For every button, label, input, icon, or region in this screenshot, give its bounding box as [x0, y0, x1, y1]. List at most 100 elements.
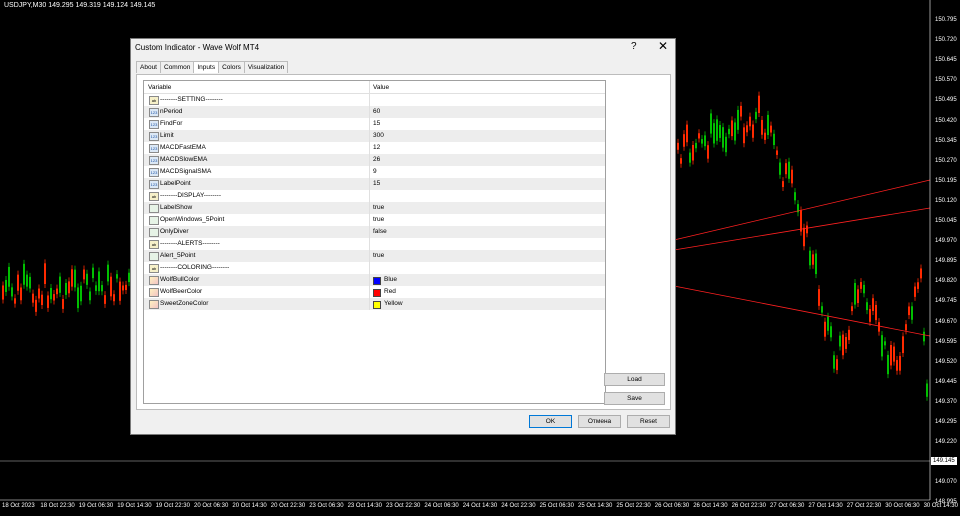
candle-body [836, 359, 838, 371]
time-axis-label: 25 Oct 06:30 [539, 503, 574, 509]
row-value[interactable]: 60 [373, 106, 380, 118]
price-axis-label: 150.645 [935, 57, 957, 64]
number-type-icon: 123 [149, 168, 159, 177]
close-icon[interactable]: ✕ [656, 39, 670, 53]
time-axis-label: 18 Oct 22:30 [40, 503, 75, 509]
row-value[interactable]: false [373, 226, 387, 238]
help-button[interactable]: ? [631, 41, 637, 52]
candle-body [107, 264, 109, 282]
time-axis-label: 30 Oct 14:30 [923, 503, 958, 509]
candle-body [29, 276, 31, 289]
row-value[interactable]: true [373, 202, 384, 214]
row-divider [369, 286, 370, 298]
candle-body [683, 134, 685, 147]
trend-lines [673, 179, 931, 337]
table-row[interactable]: WolfBullColor Blue [144, 274, 605, 286]
time-axis-label: 27 Oct 06:30 [770, 503, 805, 509]
candle-body [53, 294, 55, 301]
row-divider [369, 238, 370, 250]
number-type-icon: 123 [149, 120, 159, 129]
candle-body [893, 346, 895, 362]
row-value[interactable]: Blue [384, 274, 397, 286]
table-row[interactable]: ab --------DISPLAY-------- [144, 190, 605, 202]
color-swatch[interactable] [373, 277, 381, 285]
price-axis-label: 149.595 [935, 338, 957, 345]
candle-body [2, 285, 4, 300]
row-value[interactable]: 12 [373, 142, 380, 154]
row-divider [369, 250, 370, 262]
row-value[interactable]: 15 [373, 178, 380, 190]
table-row[interactable]: WolfBeerColor Red [144, 286, 605, 298]
candle-body [905, 324, 907, 331]
candle-body [794, 192, 796, 201]
table-row[interactable]: 123 Limit 300 [144, 130, 605, 142]
table-row[interactable]: LabelShow true [144, 202, 605, 214]
row-divider [369, 298, 370, 310]
tab-inputs[interactable]: Inputs [193, 61, 220, 73]
table-row[interactable]: ab --------COLORING-------- [144, 262, 605, 274]
candle-body [113, 294, 115, 302]
candle-body [908, 306, 910, 316]
candle-body [845, 336, 847, 349]
table-row[interactable]: SweetZoneColor Yellow [144, 298, 605, 310]
table-row[interactable]: 123 MACDFastEMA 12 [144, 142, 605, 154]
column-value[interactable]: Value [373, 84, 389, 91]
row-variable: WolfBullColor [160, 276, 200, 283]
color-swatch[interactable] [373, 289, 381, 297]
tab-about[interactable]: About [136, 61, 161, 73]
number-type-icon: 123 [149, 132, 159, 141]
candle-body [926, 383, 928, 397]
table-row[interactable]: 123 MACDSlowEMA 26 [144, 154, 605, 166]
candle-body [68, 281, 70, 294]
row-value[interactable]: 300 [373, 130, 384, 142]
column-variable[interactable]: Variable [148, 84, 171, 91]
table-row[interactable]: 123 FindFor 15 [144, 118, 605, 130]
candle-body [920, 268, 922, 279]
column-divider[interactable] [369, 81, 370, 93]
candle-body [92, 267, 94, 279]
candle-body [704, 135, 706, 147]
table-row[interactable]: 123 LabelPoint 15 [144, 178, 605, 190]
table-row[interactable]: 123 nPeriod 60 [144, 106, 605, 118]
price-axis-label: 150.120 [935, 197, 957, 204]
candle-body [104, 295, 106, 304]
candle-body [20, 287, 22, 301]
tab-common[interactable]: Common [160, 61, 195, 73]
table-row[interactable]: ab --------ALERTS-------- [144, 238, 605, 250]
row-value[interactable]: true [373, 250, 384, 262]
row-value[interactable]: 9 [373, 166, 377, 178]
row-value[interactable]: Yellow [384, 298, 403, 310]
price-axis-label: 150.045 [935, 218, 957, 224]
ok-button[interactable]: OK [529, 415, 572, 428]
time-axis-label: 23 Oct 22:30 [386, 503, 421, 509]
row-divider [369, 142, 370, 154]
table-row[interactable]: ab --------SETTING-------- [144, 94, 605, 106]
color-type-icon [149, 276, 159, 285]
save-button[interactable]: Save [604, 392, 665, 405]
load-button[interactable]: Load [604, 373, 665, 386]
row-value[interactable]: Red [384, 286, 396, 298]
table-row[interactable]: OnlyDiver false [144, 226, 605, 238]
row-variable: Limit [160, 132, 174, 139]
tab-visualization[interactable]: Visualization [243, 61, 289, 73]
candle-body [776, 150, 778, 155]
candle-body [125, 284, 127, 291]
row-value[interactable]: 15 [373, 118, 380, 130]
bool-type-icon [149, 228, 159, 237]
candle-body [854, 283, 856, 305]
row-divider [369, 202, 370, 214]
table-row[interactable]: 123 MACDSignalSMA 9 [144, 166, 605, 178]
table-row[interactable]: OpenWindows_5Point true [144, 214, 605, 226]
trend-line[interactable] [673, 285, 931, 337]
candle-body [911, 306, 913, 320]
color-swatch[interactable] [373, 301, 381, 309]
row-value[interactable]: true [373, 214, 384, 226]
table-row[interactable]: Alert_5Point true [144, 250, 605, 262]
row-variable: FindFor [160, 120, 183, 127]
tab-colors[interactable]: Colors [218, 61, 245, 73]
candle-body [95, 285, 97, 291]
reset-button[interactable]: Reset [627, 415, 670, 428]
candle-body [923, 331, 925, 342]
row-value[interactable]: 26 [373, 154, 380, 166]
cancel-button[interactable]: Отмена [578, 415, 621, 428]
